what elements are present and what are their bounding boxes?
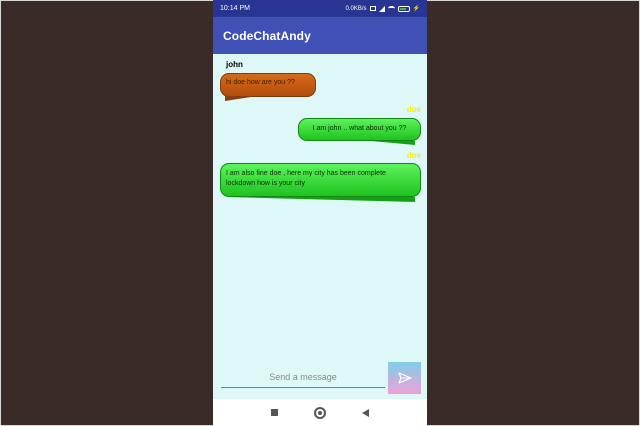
message-sender: doe [406,151,421,160]
bubble-tail [225,96,257,101]
charging-icon: ⚡ [412,6,420,12]
hd-icon [369,6,376,11]
message-sender: john [226,60,243,69]
message-bubble[interactable]: I am john .. what about you ?? [298,118,421,141]
home-icon[interactable] [314,406,326,419]
message-composer [213,360,427,398]
navigation-bar [213,399,427,426]
send-icon [397,372,412,384]
back-icon[interactable] [362,408,369,417]
recent-apps-icon[interactable] [271,409,278,416]
status-time: 10:14 PM [220,5,250,12]
send-button[interactable] [388,362,421,394]
bubble-tail [227,197,415,202]
app-title: CodeChatAndy [223,28,311,43]
app-bar: CodeChatAndy [213,17,427,54]
phone-screen: 10:14 PM 0.0KB/s ⚡ CodeChatAndy john hi … [213,0,427,426]
message-bubble[interactable]: I am also fine doe , here my city has be… [220,163,421,197]
signal-icon [378,5,385,12]
network-speed: 0.0KB/s [345,5,367,12]
status-bar: 10:14 PM 0.0KB/s ⚡ [213,0,427,17]
status-icons: 0.0KB/s ⚡ [345,5,420,12]
message-input[interactable] [221,366,385,388]
bubble-tail [371,141,415,145]
message-list[interactable]: john hi doe how are you ?? doe I am john… [213,54,427,364]
wifi-icon [387,6,395,11]
battery-icon [397,5,410,12]
message-sender: doe [406,105,421,114]
message-bubble[interactable]: hi doe how are you ?? [220,73,316,97]
